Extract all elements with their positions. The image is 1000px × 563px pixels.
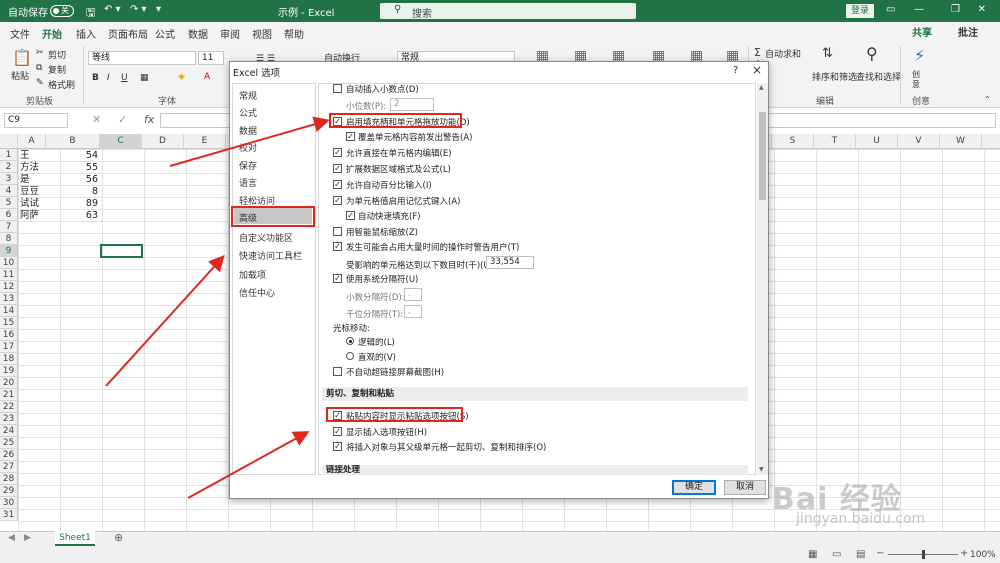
arrow-to-paste-options <box>187 431 310 499</box>
arrow-to-fill-handle <box>169 116 330 167</box>
watermark-url: jingyan.baidu.com <box>796 511 926 527</box>
arrow-to-advanced <box>105 255 225 387</box>
